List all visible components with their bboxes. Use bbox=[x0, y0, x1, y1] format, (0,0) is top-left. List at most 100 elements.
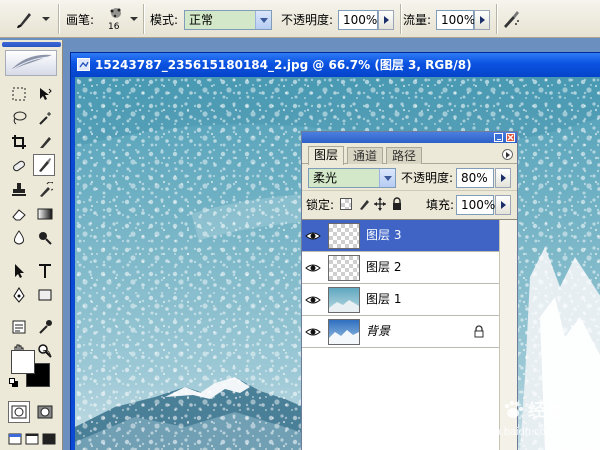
lock-position-icon[interactable] bbox=[374, 197, 386, 214]
fill-value: 100% bbox=[461, 198, 496, 212]
watermark-url: jingyan.baidu.com bbox=[466, 426, 555, 438]
layer-lock-icon bbox=[474, 325, 484, 341]
path-selection-tool-icon[interactable] bbox=[8, 260, 30, 282]
screen-mode-menu-icon[interactable] bbox=[23, 428, 40, 450]
tab-channels[interactable]: 通道 bbox=[347, 147, 384, 164]
layer-opacity-field[interactable]: 80% bbox=[456, 168, 494, 188]
airbrush-icon[interactable] bbox=[500, 8, 522, 30]
swap-colors-icon[interactable] bbox=[42, 348, 52, 358]
toolbox-title-bar[interactable] bbox=[2, 42, 61, 47]
fill-label: 填充: bbox=[426, 198, 455, 212]
layer-opacity-label: 不透明度: bbox=[401, 171, 454, 185]
flow-field[interactable]: 100% bbox=[436, 10, 476, 30]
blend-mode-dropdown-icon[interactable] bbox=[379, 169, 395, 187]
mode-value: 正常 bbox=[189, 13, 214, 27]
marquee-tool-icon[interactable] bbox=[8, 83, 30, 105]
screen-mode-full-icon[interactable] bbox=[40, 428, 57, 450]
gradient-tool-icon[interactable] bbox=[34, 203, 56, 225]
clone-stamp-tool-icon[interactable] bbox=[8, 179, 30, 201]
brush-picker[interactable]: 16 bbox=[103, 6, 129, 34]
visibility-eye-icon[interactable] bbox=[305, 228, 321, 244]
visibility-eye-icon[interactable] bbox=[305, 260, 321, 276]
lasso-tool-icon[interactable] bbox=[8, 107, 30, 129]
layer-row-background[interactable]: 背景 bbox=[302, 316, 499, 348]
palette-title-bar[interactable] bbox=[302, 132, 517, 143]
opacity-field[interactable]: 100% bbox=[338, 10, 378, 30]
eraser-tool-icon[interactable] bbox=[8, 203, 30, 225]
tab-paths[interactable]: 路径 bbox=[386, 147, 423, 164]
layer-opacity-slider-button[interactable] bbox=[495, 168, 511, 188]
mode-select[interactable]: 正常 bbox=[184, 10, 272, 30]
notes-tool-icon[interactable] bbox=[8, 316, 30, 338]
visibility-eye-icon[interactable] bbox=[305, 324, 321, 340]
default-colors-icon[interactable] bbox=[9, 378, 19, 388]
lock-image-icon[interactable] bbox=[358, 197, 370, 214]
quick-mask-mode-icon[interactable] bbox=[34, 401, 56, 423]
dodge-tool-icon[interactable] bbox=[34, 227, 56, 249]
opacity-slider-button[interactable] bbox=[378, 10, 394, 30]
layer-name: 图层 3 bbox=[366, 228, 402, 242]
fill-field[interactable]: 100% bbox=[456, 195, 496, 215]
lock-transparency-icon[interactable] bbox=[340, 198, 352, 210]
flow-slider-button[interactable] bbox=[474, 10, 490, 30]
layer-opacity-value: 80% bbox=[461, 171, 488, 185]
visibility-eye-icon[interactable] bbox=[305, 292, 321, 308]
palette-tabs: 图层 通道 路径 bbox=[302, 144, 517, 165]
blend-mode-value: 柔光 bbox=[313, 171, 338, 185]
divider bbox=[58, 4, 59, 34]
flow-label: 流量: bbox=[403, 13, 432, 27]
divider bbox=[143, 4, 144, 34]
foreground-color-swatch[interactable] bbox=[11, 350, 35, 374]
toolbox bbox=[0, 40, 63, 450]
brush-tip-icon bbox=[110, 8, 121, 18]
tab-layers[interactable]: 图层 bbox=[308, 146, 345, 165]
palette-menu-icon[interactable] bbox=[502, 149, 513, 160]
layer-row-2[interactable]: 图层 2 bbox=[302, 252, 499, 284]
layer-thumbnail bbox=[328, 319, 360, 345]
magic-wand-tool-icon[interactable] bbox=[34, 107, 56, 129]
paw-icon bbox=[502, 399, 524, 424]
baidu-watermark: Bai 经验 jingyan.baidu.com bbox=[460, 395, 600, 450]
rectangle-tool-icon[interactable] bbox=[34, 284, 56, 306]
pen-tool-icon[interactable] bbox=[8, 284, 30, 306]
fill-slider-button[interactable] bbox=[495, 195, 511, 215]
layer-row-3[interactable]: 图层 3 bbox=[302, 220, 499, 252]
brush-tool-icon[interactable] bbox=[33, 154, 55, 176]
move-tool-icon[interactable] bbox=[34, 83, 56, 105]
layer-name: 图层 1 bbox=[366, 292, 402, 306]
document-title-bar[interactable]: 15243787_235615180184_2.jpg @ 66.7% (图层 … bbox=[71, 53, 600, 77]
layer-row-1[interactable]: 图层 1 bbox=[302, 284, 499, 316]
slice-tool-icon[interactable] bbox=[34, 131, 56, 153]
crop-tool-icon[interactable] bbox=[8, 131, 30, 153]
brush-tool-preset-icon[interactable] bbox=[14, 8, 36, 30]
tool-preset-dropdown-icon[interactable] bbox=[42, 17, 50, 21]
lock-row: 锁定: 填充: 100% bbox=[302, 190, 517, 218]
layer-name: 图层 2 bbox=[366, 260, 402, 274]
screen-mode-standard-icon[interactable] bbox=[6, 428, 23, 450]
blend-mode-select[interactable]: 柔光 bbox=[308, 168, 396, 188]
healing-brush-tool-icon[interactable] bbox=[8, 155, 30, 177]
feather-logo[interactable] bbox=[5, 50, 57, 76]
brush-size: 16 bbox=[108, 22, 120, 32]
opacity-value: 100% bbox=[343, 13, 378, 27]
palette-minimize-button[interactable] bbox=[494, 133, 503, 142]
brush-picker-dropdown-icon[interactable] bbox=[130, 17, 138, 21]
watermark-brand: Bai bbox=[460, 396, 495, 421]
layer-thumbnail bbox=[328, 287, 360, 313]
mode-label: 模式: bbox=[150, 13, 179, 27]
palette-close-button[interactable] bbox=[506, 133, 515, 142]
lock-all-icon[interactable] bbox=[392, 197, 402, 214]
opacity-label: 不透明度: bbox=[281, 13, 334, 27]
type-tool-icon[interactable] bbox=[34, 260, 56, 282]
eyedropper-tool-icon[interactable] bbox=[34, 316, 56, 338]
blend-row: 柔光 不透明度: 80% bbox=[302, 164, 517, 190]
mode-dropdown-icon[interactable] bbox=[255, 11, 271, 29]
blur-tool-icon[interactable] bbox=[8, 227, 30, 249]
layer-thumbnail bbox=[328, 223, 360, 249]
flow-value: 100% bbox=[441, 13, 476, 27]
history-brush-tool-icon[interactable] bbox=[34, 179, 56, 201]
brush-label: 画笔: bbox=[66, 13, 95, 27]
options-bar: 画笔: 16 模式: 正常 不透明度: 100% 流量: 100% bbox=[0, 0, 600, 38]
watermark-brand-cn: 经验 bbox=[528, 401, 562, 421]
standard-mode-icon[interactable] bbox=[8, 401, 30, 423]
